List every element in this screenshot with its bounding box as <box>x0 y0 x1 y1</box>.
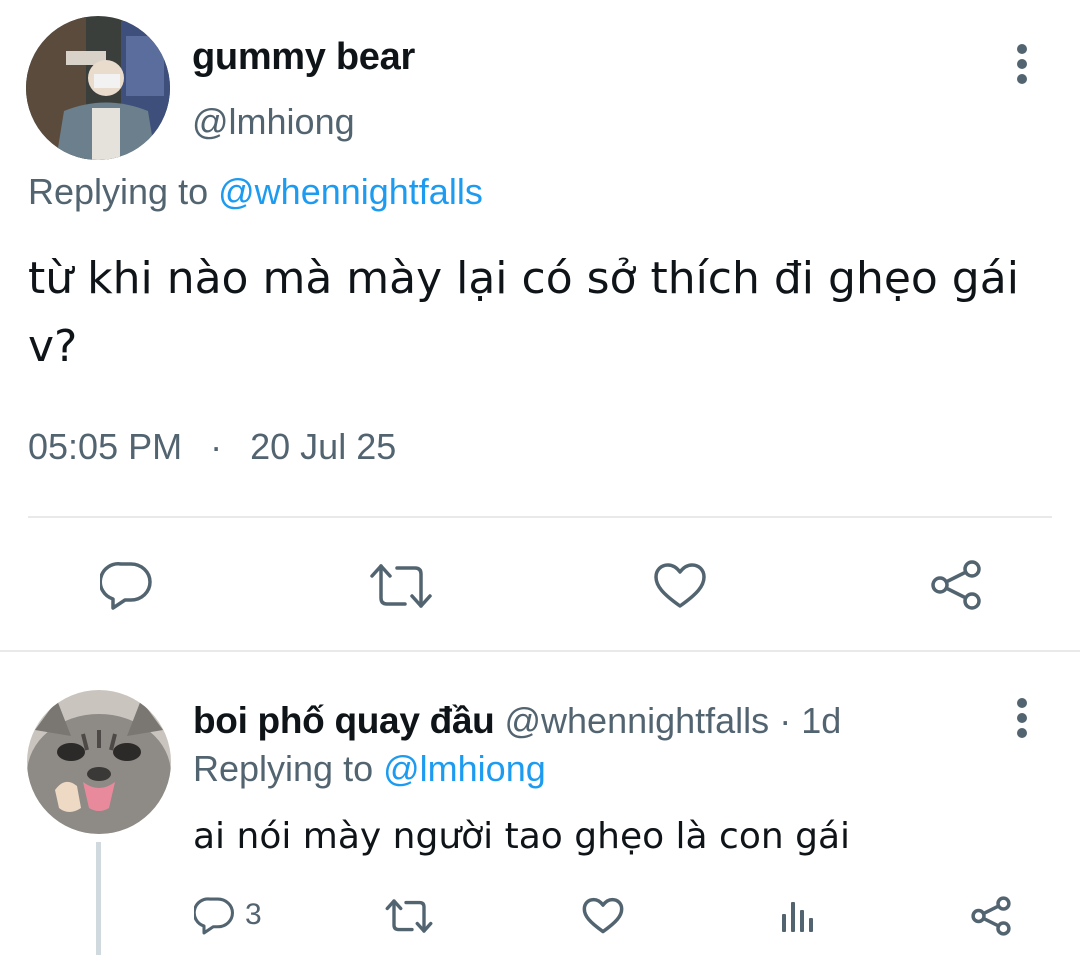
reply-reply-icon[interactable] <box>193 895 235 937</box>
author-avatar[interactable] <box>26 16 170 160</box>
author-display-name[interactable]: gummy bear <box>192 36 415 79</box>
author-handle[interactable]: @lmhiong <box>192 101 355 143</box>
reply-count: 3 <box>245 898 262 931</box>
reply-replying-to-handle-link[interactable]: @lmhiong <box>383 748 546 789</box>
replying-to-label: Replying to <box>28 171 209 212</box>
section-divider <box>0 650 1080 652</box>
reply-header: boi phố quay đầu @whennightfalls · 1d <box>193 700 841 742</box>
reply-more-options-icon[interactable] <box>1002 690 1042 746</box>
replying-to-handle-link[interactable]: @whennightfalls <box>218 171 483 212</box>
divider <box>28 516 1052 518</box>
more-options-icon[interactable] <box>1002 36 1042 92</box>
retweet-icon[interactable] <box>368 558 434 614</box>
reply-analytics-icon[interactable] <box>776 895 818 937</box>
reply-author-handle[interactable]: @whennightfalls <box>504 700 769 741</box>
reply-retweet-icon[interactable] <box>384 895 434 937</box>
reply-replying-to-label: Replying to <box>193 748 374 789</box>
reply-author-display-name[interactable]: boi phố quay đầu <box>193 700 495 741</box>
reply-icon[interactable] <box>98 558 154 614</box>
tweet-time: 05:05 PM <box>28 426 183 467</box>
tweet-text: từ khi nào mà mày lại có sở thích đi ghẹ… <box>28 253 1019 372</box>
reply-age[interactable]: 1d <box>801 700 841 741</box>
tweet-timestamp[interactable]: 05:05 PM · 20 Jul 25 <box>28 426 396 468</box>
replying-to-line: Replying to @whennightfalls <box>28 171 483 213</box>
like-icon[interactable] <box>652 558 708 614</box>
share-icon[interactable] <box>928 556 984 614</box>
reply-like-icon[interactable] <box>580 895 626 937</box>
reply-tweet-text: ai nói mày người tao ghẹo là con gái <box>193 816 851 857</box>
reply-author-avatar[interactable] <box>27 690 171 834</box>
reply-meta-separator: · <box>779 700 792 741</box>
reply-replying-to-line: Replying to @lmhiong <box>193 748 546 790</box>
tweet-date: 20 Jul 25 <box>250 426 397 467</box>
meta-separator: · <box>210 426 223 467</box>
reply-share-icon[interactable] <box>968 893 1014 939</box>
thread-line <box>96 842 101 955</box>
